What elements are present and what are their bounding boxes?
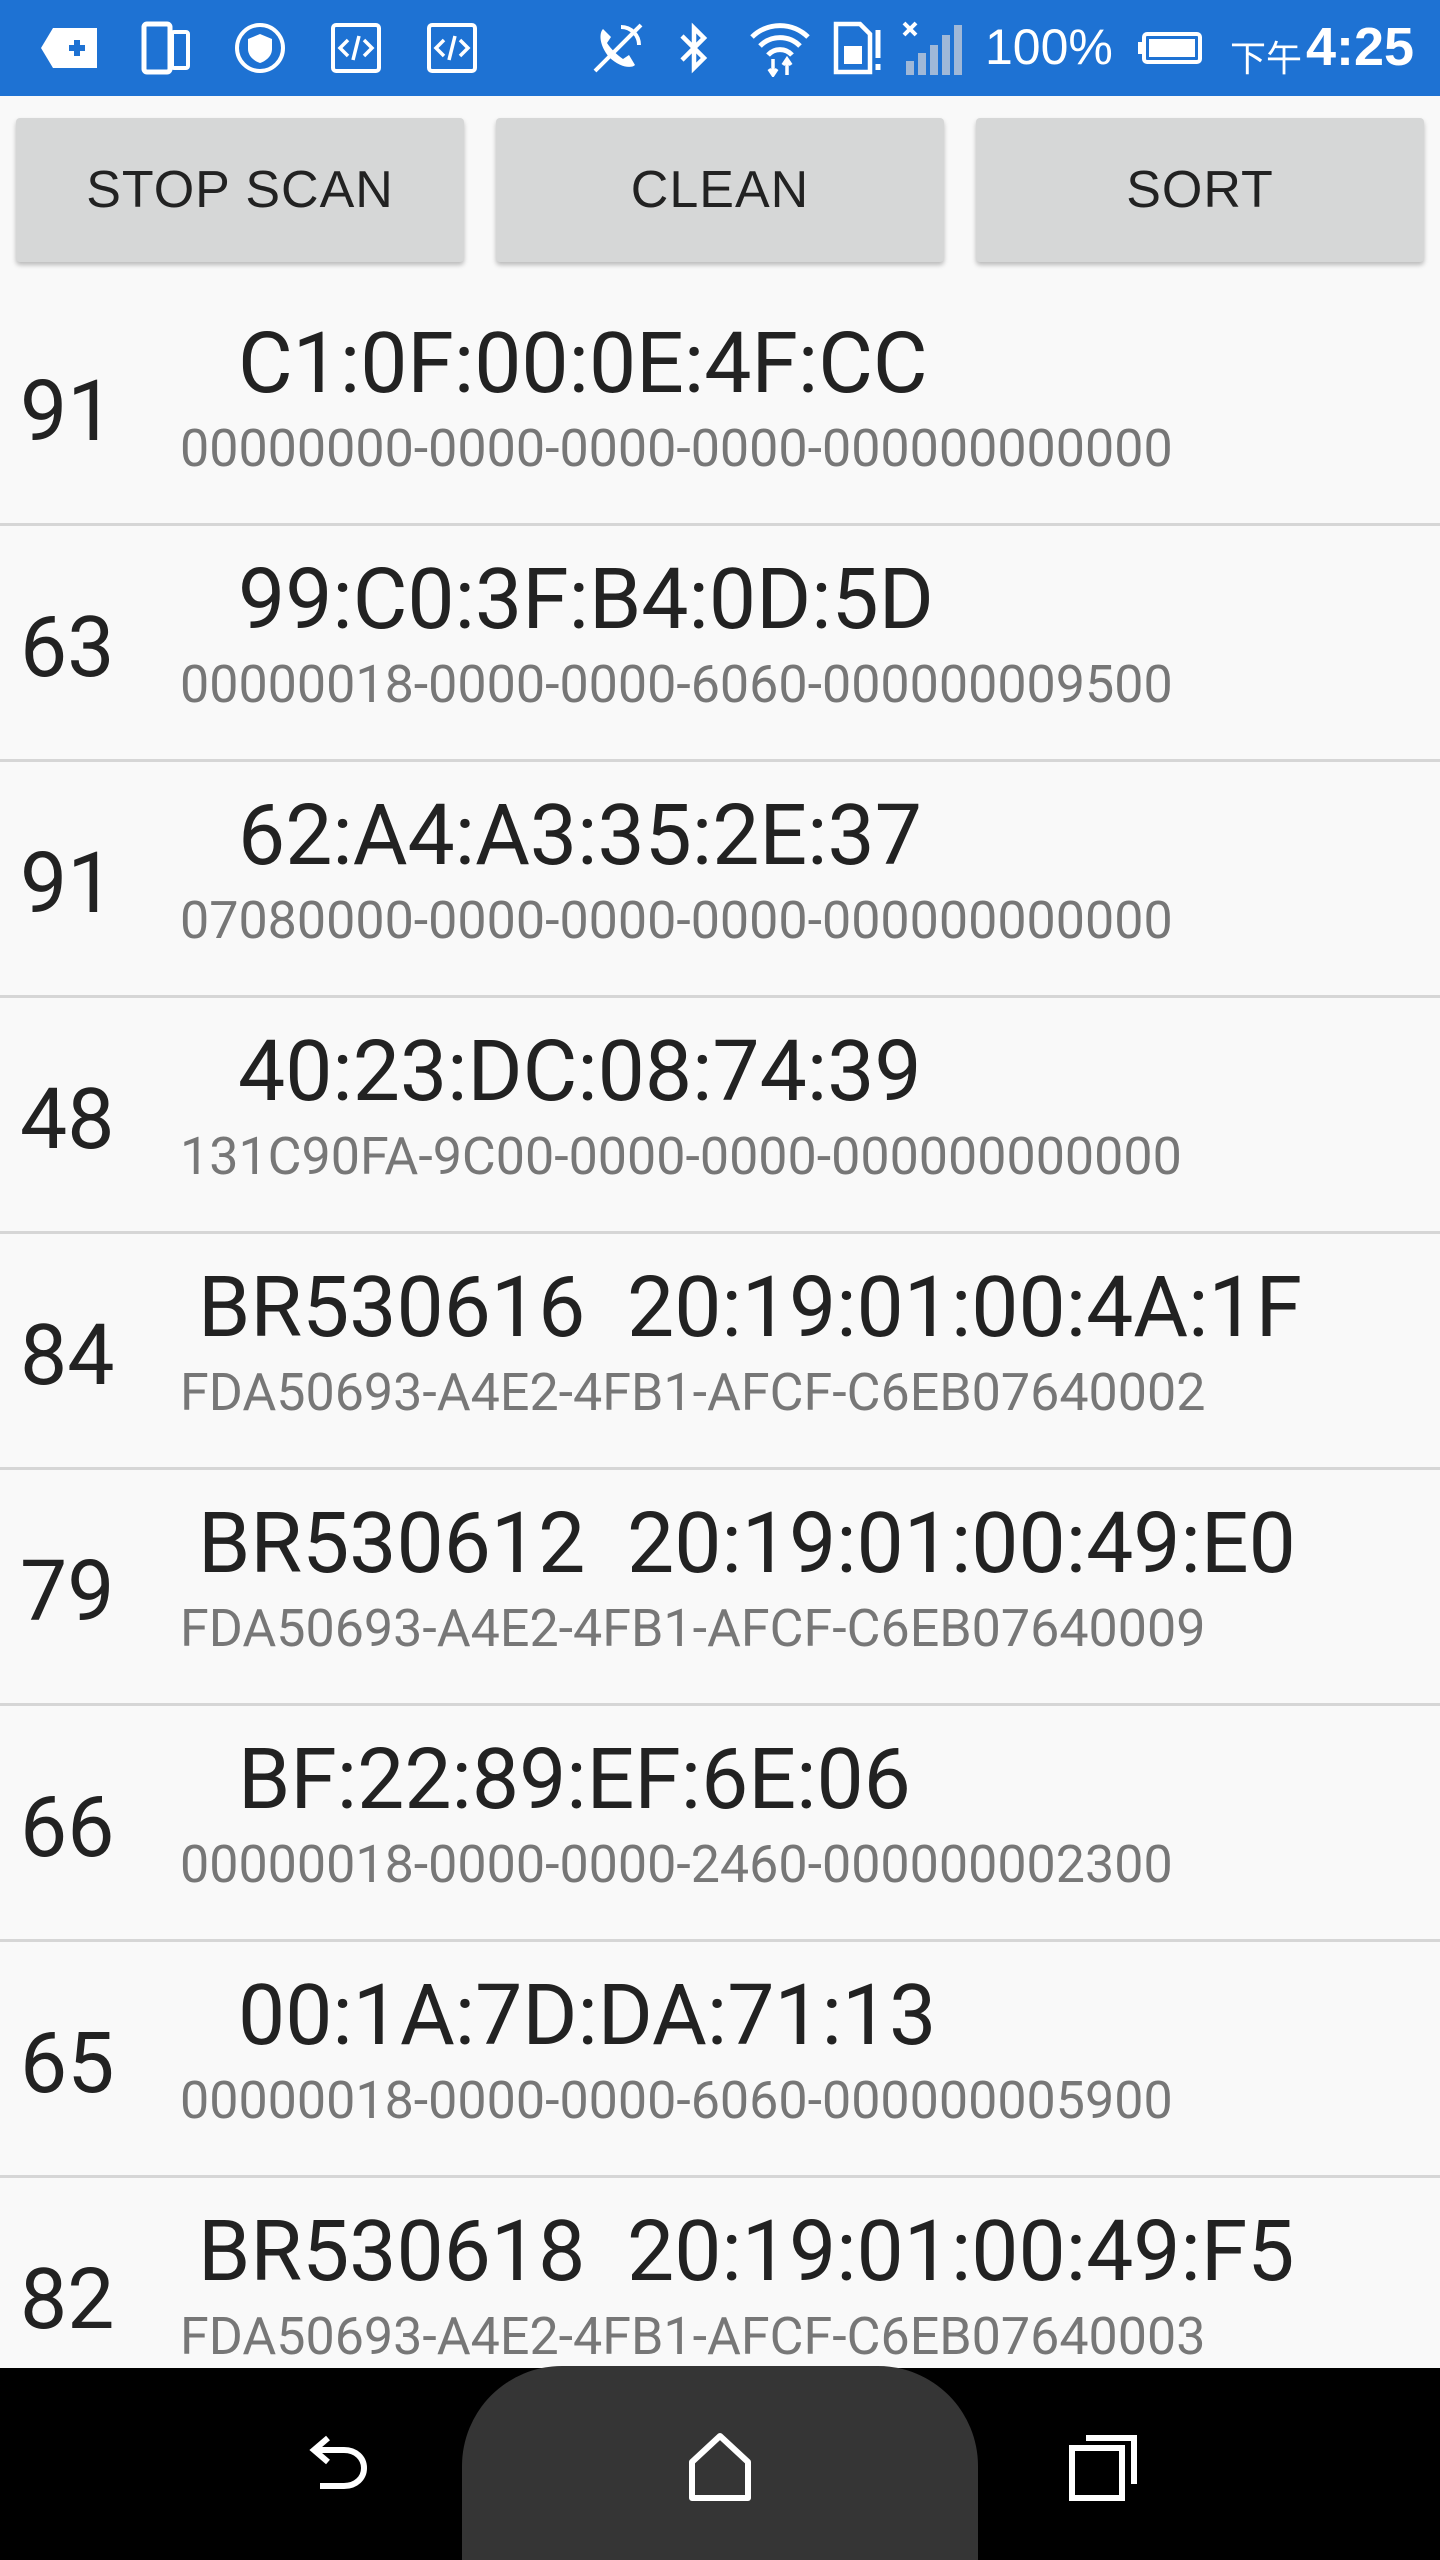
battery-icon bbox=[1136, 20, 1204, 76]
rssi-value: 65 bbox=[20, 2014, 115, 2113]
rssi-value: 84 bbox=[20, 1306, 115, 1405]
status-bar: 100% 下午 4:25 bbox=[0, 0, 1440, 96]
device-uuid: 00000018-0000-0000-6060-000000005900 bbox=[180, 2070, 1173, 2131]
battery-percent: 100% bbox=[985, 19, 1113, 75]
device-address: 40:23:DC:08:74:39 bbox=[238, 1022, 922, 1121]
device-name-address: BR530616 20:19:01:00:4A:1F bbox=[198, 1258, 1303, 1357]
add-box-icon bbox=[38, 20, 100, 76]
list-item[interactable]: 48 40:23:DC:08:74:39 131C90FA-9C00-0000-… bbox=[0, 998, 1440, 1234]
list-item[interactable]: 82 BR530618 20:19:01:00:49:F5 FDA50693-A… bbox=[0, 2178, 1440, 2368]
rssi-value: 91 bbox=[20, 362, 115, 461]
device-uuid: 00000018-0000-0000-2460-000000002300 bbox=[180, 1834, 1173, 1895]
time-prefix: 下午 bbox=[1230, 38, 1303, 79]
device-address: 62:A4:A3:35:2E:37 bbox=[238, 786, 922, 885]
home-button[interactable] bbox=[462, 2366, 978, 2560]
list-item[interactable]: 63 99:C0:3F:B4:0D:5D 00000018-0000-0000-… bbox=[0, 526, 1440, 762]
phone-tablet-icon bbox=[138, 20, 194, 76]
home-icon bbox=[678, 2428, 762, 2504]
device-list[interactable]: 91 C1:0F:00:0E:4F:CC 00000000-0000-0000-… bbox=[0, 290, 1440, 2368]
list-item[interactable]: 91 C1:0F:00:0E:4F:CC 00000000-0000-0000-… bbox=[0, 290, 1440, 526]
device-uuid: 131C90FA-9C00-0000-0000-000000000000 bbox=[180, 1126, 1182, 1187]
rssi-value: 82 bbox=[20, 2250, 115, 2349]
device-address: C1:0F:00:0E:4F:CC bbox=[238, 314, 928, 413]
toolbar: STOP SCAN CLEAN SORT bbox=[0, 96, 1440, 276]
rssi-value: 66 bbox=[20, 1778, 115, 1877]
wifi-icon bbox=[748, 20, 812, 77]
shield-icon bbox=[232, 20, 288, 76]
sim-alert-icon bbox=[830, 20, 886, 76]
device-uuid: FDA50693-A4E2-4FB1-AFCF-C6EB07640002 bbox=[180, 1362, 1206, 1423]
sort-button[interactable]: SORT bbox=[976, 118, 1424, 262]
device-name-address: BR530618 20:19:01:00:49:F5 bbox=[198, 2202, 1295, 2301]
device-uuid: 00000000-0000-0000-0000-000000000000 bbox=[180, 418, 1173, 479]
code-icon bbox=[424, 20, 480, 76]
list-item[interactable]: 65 00:1A:7D:DA:71:13 00000018-0000-0000-… bbox=[0, 1942, 1440, 2178]
list-item[interactable]: 91 62:A4:A3:35:2E:37 07080000-0000-0000-… bbox=[0, 762, 1440, 998]
device-address: 99:C0:3F:B4:0D:5D bbox=[238, 550, 934, 649]
recents-icon[interactable] bbox=[1064, 2424, 1148, 2508]
no-signal-icon bbox=[900, 20, 964, 76]
rssi-value: 91 bbox=[20, 834, 115, 933]
device-uuid: FDA50693-A4E2-4FB1-AFCF-C6EB07640003 bbox=[180, 2306, 1206, 2367]
rssi-value: 63 bbox=[20, 598, 115, 697]
back-icon[interactable] bbox=[296, 2426, 376, 2506]
rssi-value: 48 bbox=[20, 1070, 115, 1169]
device-name-address: BR530612 20:19:01:00:49:E0 bbox=[198, 1494, 1296, 1593]
device-uuid: 00000018-0000-0000-6060-000000009500 bbox=[180, 654, 1173, 715]
device-address: 00:1A:7D:DA:71:13 bbox=[238, 1966, 937, 2065]
list-item[interactable]: 84 BR530616 20:19:01:00:4A:1F FDA50693-A… bbox=[0, 1234, 1440, 1470]
device-uuid: FDA50693-A4E2-4FB1-AFCF-C6EB07640009 bbox=[180, 1598, 1206, 1659]
clean-button[interactable]: CLEAN bbox=[496, 118, 944, 262]
device-uuid: 07080000-0000-0000-0000-000000000000 bbox=[180, 890, 1173, 951]
rssi-value: 79 bbox=[20, 1542, 115, 1641]
no-call-icon bbox=[590, 20, 646, 76]
clock-time: 4:25 bbox=[1306, 17, 1415, 77]
bluetooth-icon bbox=[672, 20, 716, 76]
device-address: BF:22:89:EF:6E:06 bbox=[238, 1730, 911, 1829]
code-icon bbox=[328, 20, 384, 76]
stop-scan-button[interactable]: STOP SCAN bbox=[16, 118, 464, 262]
list-item[interactable]: 66 BF:22:89:EF:6E:06 00000018-0000-0000-… bbox=[0, 1706, 1440, 1942]
list-item[interactable]: 79 BR530612 20:19:01:00:49:E0 FDA50693-A… bbox=[0, 1470, 1440, 1706]
